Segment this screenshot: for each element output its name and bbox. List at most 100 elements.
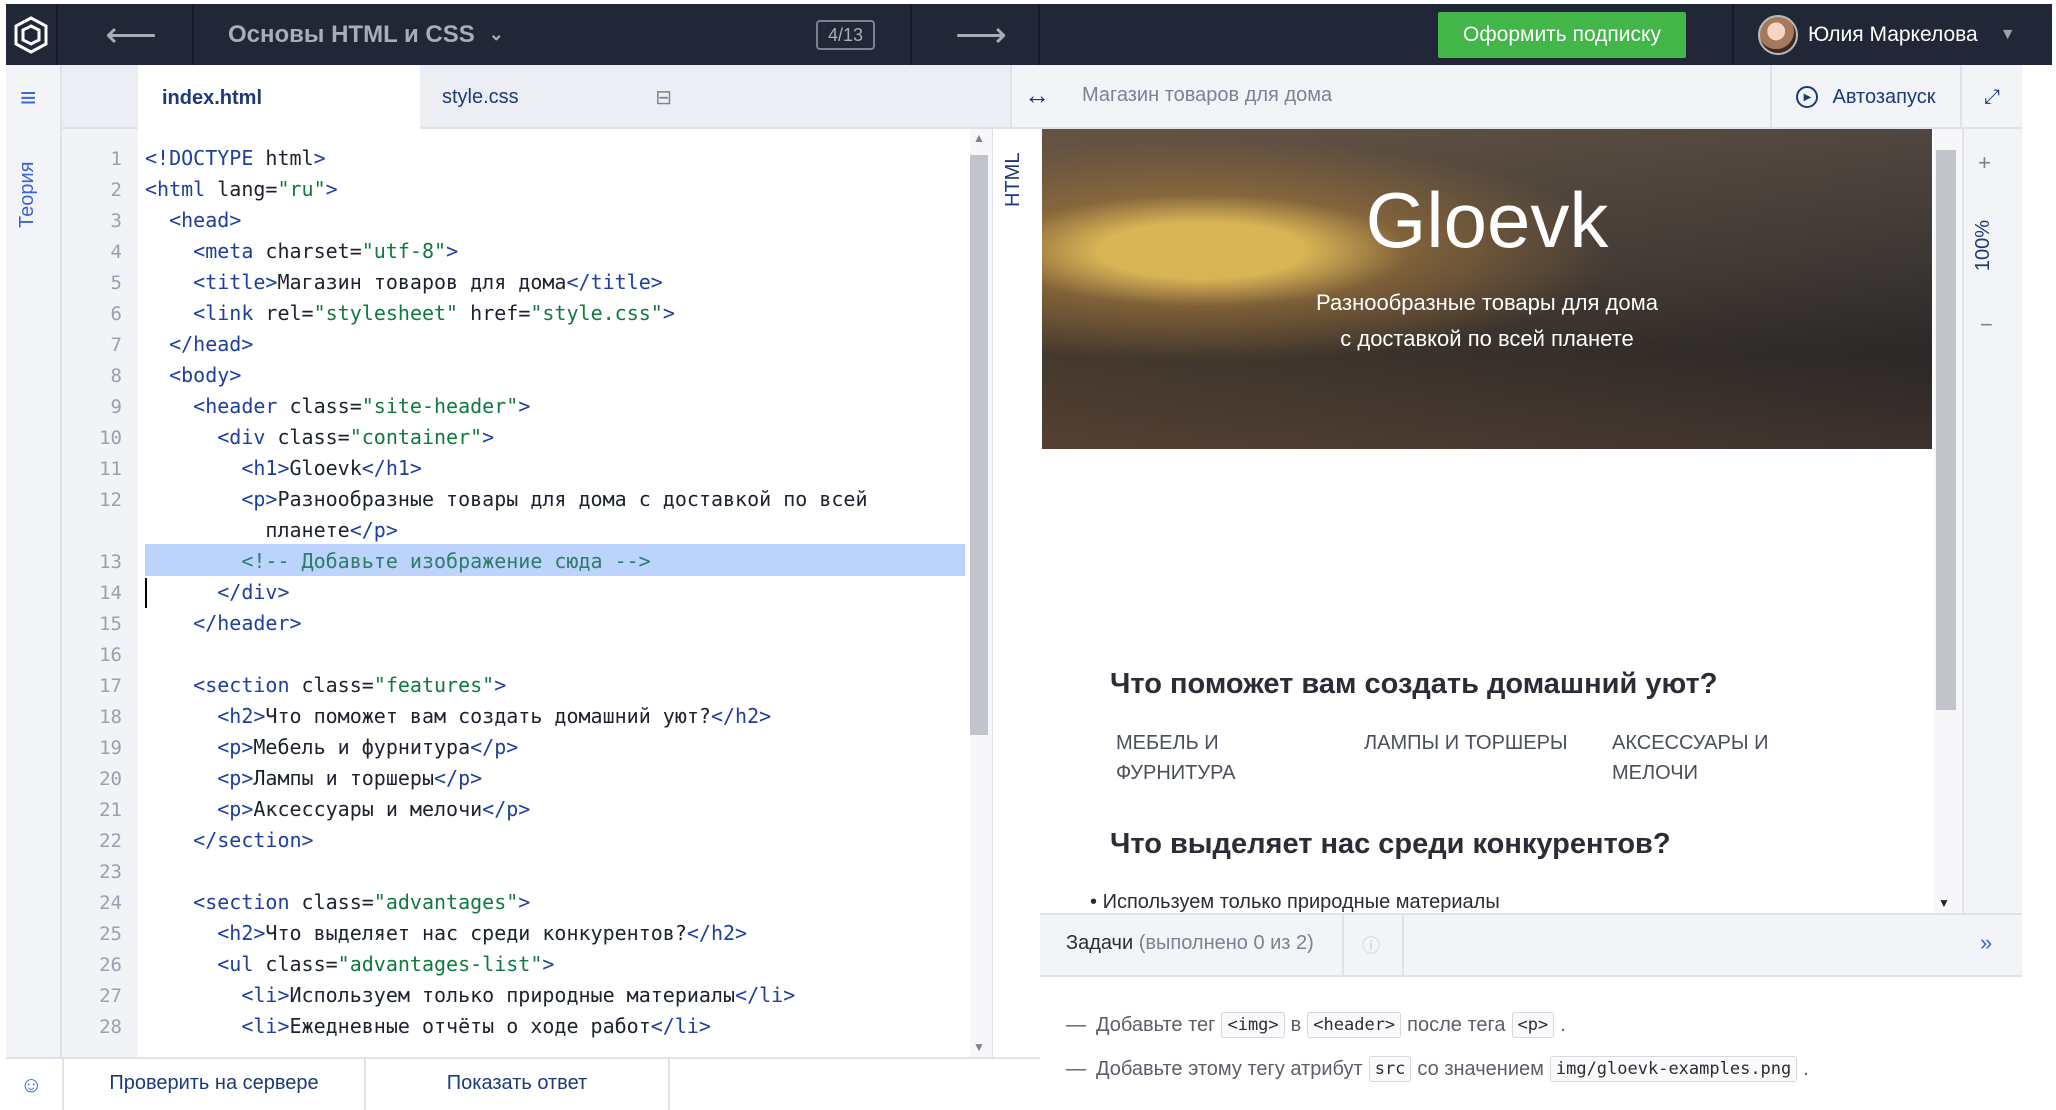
line-number: 11 (99, 458, 122, 480)
top-bar: ⟵ Основы HTML и CSS ⌄ 4/13 ⟶ Оформить по… (0, 0, 2056, 65)
tab-label: style.css (442, 85, 519, 108)
code-line[interactable]: <p>Лампы и торшеры</p> (145, 766, 482, 790)
line-number: 26 (99, 954, 122, 976)
code-line[interactable]: <p>Аксессуары и мелочи</p> (145, 797, 530, 821)
line-number: 10 (99, 427, 122, 449)
check-on-server-button[interactable]: Проверить на сервере (62, 1057, 366, 1110)
line-number: 3 (110, 210, 122, 232)
right-edge (2022, 65, 2056, 1110)
line-number: 15 (99, 613, 122, 635)
code-line[interactable]: планете</p> (145, 518, 397, 542)
task-code: <p> (1511, 1012, 1555, 1038)
feedback-icon[interactable]: ☺ (20, 1072, 42, 1098)
feature-line: АКСЕССУАРЫ И (1612, 732, 1769, 754)
text-cursor (145, 578, 147, 608)
editor-scroll-thumb[interactable] (970, 155, 988, 735)
subscribe-button[interactable]: Оформить подписку (1438, 12, 1686, 58)
resize-arrows-icon[interactable]: ↔ (1024, 80, 1050, 111)
code-line[interactable]: </section> (145, 828, 313, 852)
preview-scroll-down-icon[interactable]: ▼ (1938, 896, 1950, 910)
preview-scroll-thumb[interactable] (1936, 150, 1956, 710)
play-icon: ▶ (1796, 86, 1819, 108)
task-text: со значением (1417, 1057, 1544, 1080)
tab-style-css[interactable]: style.css ⊟ (420, 65, 702, 129)
tasks-count: (выполнено 0 из 2) (1138, 932, 1314, 954)
line-number: 17 (99, 675, 122, 697)
code-line[interactable]: <ul class="advantages-list"> (145, 952, 554, 976)
line-number: 6 (110, 303, 122, 325)
code-line[interactable]: </header> (145, 611, 301, 635)
tab-index-html[interactable]: index.html (138, 65, 420, 131)
hero-subtitle: Разнообразные товары для дома с доставко… (1042, 285, 1932, 357)
zoom-out-button[interactable]: − (1980, 312, 1993, 338)
hero-subtitle-line: с доставкой по всей планете (1340, 326, 1634, 351)
code-line[interactable]: </head> (145, 332, 253, 356)
line-number: 25 (99, 923, 122, 945)
info-icon[interactable]: ⓘ (1362, 932, 1380, 958)
feature-line: МЕЛОЧИ (1612, 762, 1698, 784)
advantages-heading: Что выделяет нас среди конкурентов? (1110, 828, 1671, 860)
autorun-label: Автозапуск (1832, 85, 1936, 108)
code-line[interactable]: <meta charset="utf-8"> (145, 239, 458, 263)
code-line[interactable]: <div class="container"> (145, 425, 494, 449)
tasks-header[interactable]: Задачи (выполнено 0 из 2) (1066, 932, 1314, 955)
line-number: 20 (99, 768, 122, 790)
scroll-down-icon[interactable]: ▼ (973, 1040, 985, 1054)
code-line[interactable]: <head> (145, 208, 241, 232)
task-code: <img> (1221, 1012, 1285, 1038)
task-text: . (1560, 1013, 1566, 1036)
code-line[interactable]: <h2>Что поможет вам создать домашний уют… (145, 704, 771, 728)
line-number: 5 (110, 272, 122, 294)
feature-item: АКСЕССУАРЫ И МЕЛОЧИ (1612, 728, 1768, 788)
feature-item: ЛАМПЫ И ТОРШЕРЫ (1364, 728, 1568, 758)
line-number: 14 (99, 582, 122, 604)
features-heading: Что поможет вам создать домашний уют? (1110, 668, 1718, 700)
menu-icon[interactable]: ≡ (20, 84, 42, 112)
code-line[interactable]: <h2>Что выделяет нас среди конкурентов?<… (145, 921, 747, 945)
progress-badge: 4/13 (816, 20, 876, 50)
line-number: 24 (99, 892, 122, 914)
code-line[interactable]: <p>Разнообразные товары для дома с доста… (145, 487, 867, 511)
code-line[interactable]: <body> (145, 363, 241, 387)
code-line[interactable]: <section class="features"> (145, 673, 506, 697)
collapse-icon[interactable]: ⊟ (655, 85, 672, 110)
theory-tab[interactable]: Теория (16, 150, 48, 240)
code-line[interactable]: <!-- Добавьте изображение сюда --> (145, 549, 650, 573)
html-rail (992, 129, 1040, 1057)
line-number: 23 (99, 861, 122, 883)
double-chevron-down-icon[interactable]: » (1980, 930, 1992, 956)
code-line[interactable]: <html lang="ru"> (145, 177, 338, 201)
line-number: 13 (99, 551, 122, 573)
code-line[interactable]: <p>Мебель и фурнитура</p> (145, 735, 518, 759)
feature-line: ЛАМПЫ И ТОРШЕРЫ (1364, 732, 1568, 754)
task-code: <header> (1307, 1012, 1402, 1038)
show-answer-button[interactable]: Показать ответ (366, 1057, 670, 1110)
line-number: 28 (99, 1016, 122, 1038)
line-number: 16 (99, 644, 122, 666)
code-line[interactable]: <!DOCTYPE html> (145, 146, 326, 170)
code-line[interactable]: <title>Магазин товаров для дома</title> (145, 270, 663, 294)
code-line[interactable]: </div> (145, 580, 289, 604)
line-number: 2 (110, 179, 122, 201)
code-line[interactable]: <li>Используем только природные материал… (145, 983, 795, 1007)
forward-arrow-icon[interactable]: ⟶ (936, 4, 1026, 65)
code-line[interactable]: <link rel="stylesheet" href="style.css"> (145, 301, 675, 325)
task-text: после тега (1407, 1013, 1506, 1036)
back-arrow-icon[interactable]: ⟵ (86, 4, 176, 65)
code-line[interactable]: <li>Ежедневные отчёты о ходе работ</li> (145, 1014, 711, 1038)
code-line[interactable]: <header class="site-header"> (145, 394, 530, 418)
preview-title: Магазин товаров для дома (1082, 84, 1333, 106)
zoom-in-button[interactable]: + (1978, 150, 1991, 176)
code-line[interactable]: <h1>Gloevk</h1> (145, 456, 422, 480)
autorun-toggle[interactable]: ▶ Автозапуск (1770, 65, 1960, 129)
task-text: Добавьте тег (1096, 1013, 1216, 1036)
logo-icon[interactable] (6, 4, 56, 65)
line-number: 19 (99, 737, 122, 759)
code-line[interactable]: <section class="advantages"> (145, 890, 530, 914)
user-menu[interactable]: Юлия Маркелова ▼ (1758, 4, 2016, 65)
editor-tabs: index.html style.css ⊟ (62, 65, 1010, 131)
course-selector[interactable]: Основы HTML и CSS ⌄ (228, 4, 504, 65)
scroll-up-icon[interactable]: ▲ (973, 131, 985, 145)
expand-icon[interactable]: ⤢ (1960, 65, 2022, 129)
line-number: 1 (110, 148, 122, 170)
